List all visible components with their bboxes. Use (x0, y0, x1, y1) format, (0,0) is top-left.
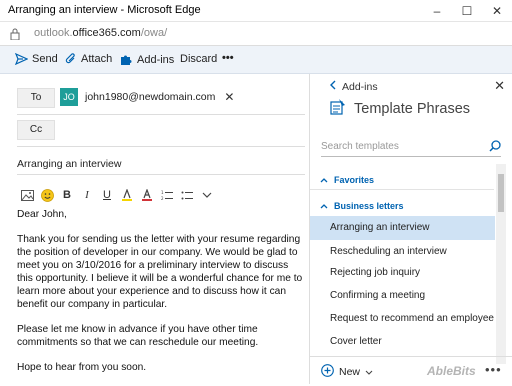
format-toolbar: B I U 12 (17, 187, 217, 203)
addins-button[interactable]: Add-ins (120, 53, 174, 66)
chevron-left-icon (330, 80, 336, 93)
scrollbar-thumb[interactable] (498, 174, 504, 212)
more-actions-button[interactable]: ••• (222, 52, 234, 64)
to-button[interactable]: To (17, 88, 55, 108)
business-letters-section[interactable]: Business letters (320, 201, 404, 211)
search-templates-input[interactable]: Search templates (321, 139, 501, 157)
puzzle-icon (120, 53, 133, 66)
body-paragraph: Thank you for sending us the letter with… (17, 234, 303, 310)
discard-label: Discard (180, 53, 218, 65)
pane-more-button[interactable]: ••• (485, 362, 502, 377)
recipient-chip[interactable]: JO john1980@newdomain.com ✕ (60, 88, 234, 106)
insert-picture-icon[interactable] (17, 187, 37, 203)
maximize-button[interactable]: ☐ (452, 0, 482, 22)
highlight-icon[interactable] (117, 187, 137, 203)
business-letters-label: Business letters (334, 201, 404, 211)
compose-toolbar: Send Attach Add-ins Discard ••• (0, 46, 512, 74)
pane-footer: New AbleBits ••• (310, 356, 512, 384)
window-title: Arranging an interview - Microsoft Edge (8, 4, 201, 16)
paperclip-icon (65, 53, 77, 65)
recipient-email: john1980@newdomain.com (85, 91, 216, 103)
body-paragraph: Please let me know in advance if you hav… (17, 324, 259, 348)
avatar: JO (60, 88, 78, 106)
bold-icon[interactable]: B (57, 187, 77, 203)
search-icon[interactable] (489, 139, 501, 157)
back-to-addins-button[interactable]: Add-ins (330, 80, 378, 93)
more-label: ••• (222, 52, 234, 64)
addins-label: Add-ins (137, 53, 175, 66)
url-text[interactable]: outlook.office365.com/owa/ (34, 27, 167, 39)
chevron-down-icon[interactable] (197, 187, 217, 203)
send-label: Send (32, 53, 58, 65)
italic-icon[interactable]: I (77, 187, 97, 203)
attach-button[interactable]: Attach (65, 53, 112, 65)
template-item[interactable]: Confirming a meeting (310, 284, 495, 308)
title-bar: Arranging an interview - Microsoft Edge … (0, 0, 512, 22)
underline-icon[interactable]: U (97, 187, 117, 203)
search-placeholder: Search templates (321, 141, 399, 152)
template-item[interactable]: Cover letter (310, 330, 495, 354)
body-paragraph: Dear John, (17, 209, 67, 220)
to-divider (17, 114, 305, 115)
chevron-up-icon (320, 175, 328, 185)
close-window-button[interactable]: ✕ (482, 0, 512, 22)
font-color-icon[interactable] (137, 187, 157, 203)
compose-pane: To JO john1980@newdomain.com ✕ Cc Arrang… (0, 74, 308, 384)
pane-title: Template Phrases (354, 101, 471, 117)
lock-icon (10, 27, 20, 45)
remove-recipient-icon[interactable]: ✕ (224, 90, 234, 104)
url-path: /owa/ (140, 27, 168, 39)
attach-label: Attach (81, 53, 113, 65)
section-divider (310, 189, 494, 190)
cc-divider (17, 146, 305, 147)
favorites-section[interactable]: Favorites (320, 175, 374, 185)
url-host: outlook. (34, 27, 73, 39)
template-phrases-icon (330, 99, 346, 119)
url-domain: office365.com (72, 27, 141, 39)
discard-button[interactable]: Discard (180, 53, 217, 65)
favorites-label: Favorites (334, 175, 375, 185)
pane-header: Template Phrases (330, 99, 470, 119)
ablebits-logo: AbleBits (427, 364, 476, 378)
minimize-button[interactable]: – (422, 0, 452, 22)
close-pane-icon[interactable]: ✕ (494, 78, 505, 94)
template-phrases-pane: Add-ins ✕ Template Phrases Search templa… (309, 74, 512, 384)
template-item[interactable]: Rejecting job inquiry (310, 261, 495, 285)
body-paragraph: Hope to hear from you soon. (17, 362, 147, 373)
templates-scrollbar[interactable] (496, 164, 506, 364)
template-item[interactable]: Arranging an interview (310, 216, 495, 240)
cc-button[interactable]: Cc (17, 120, 55, 140)
back-label: Add-ins (342, 80, 378, 93)
chevron-down-icon (365, 366, 373, 378)
bullet-list-icon[interactable] (177, 187, 197, 203)
new-template-button[interactable]: New (321, 364, 373, 380)
send-button[interactable]: Send (15, 53, 58, 65)
template-item[interactable]: Request to recommend an employee (310, 307, 495, 331)
new-label: New (339, 366, 361, 378)
send-icon (15, 53, 28, 65)
message-body[interactable]: Dear John, Thank you for sending us the … (17, 208, 305, 386)
numbered-list-icon[interactable]: 12 (157, 187, 177, 203)
address-bar[interactable]: outlook.office365.com/owa/ (0, 22, 512, 46)
subject-field[interactable]: Arranging an interview (17, 158, 121, 170)
chevron-up-icon (320, 201, 328, 211)
svg-text:1: 1 (161, 190, 164, 195)
emoji-icon[interactable] (37, 187, 57, 203)
subject-divider (17, 174, 305, 175)
svg-text:2: 2 (161, 196, 164, 201)
plus-circle-icon (321, 364, 334, 380)
